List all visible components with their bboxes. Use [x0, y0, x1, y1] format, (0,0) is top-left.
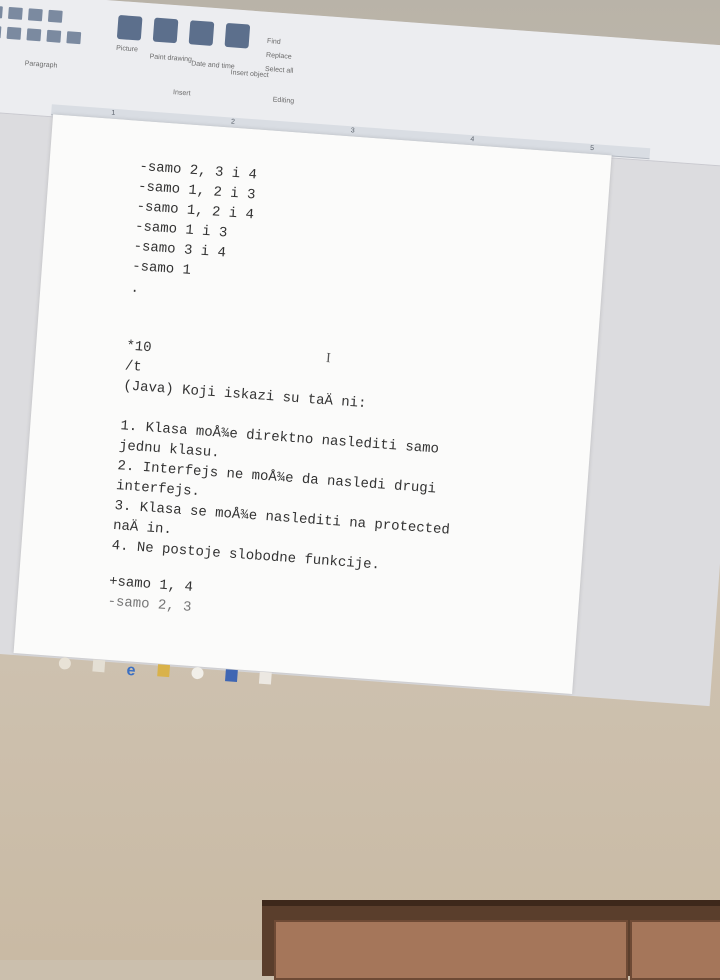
ruler-mark: 5 — [589, 144, 595, 153]
alignment-row — [0, 25, 82, 45]
justify-icon[interactable] — [46, 29, 62, 43]
wooden-cabinet — [262, 900, 720, 980]
select-all-button[interactable]: Select all — [265, 66, 294, 75]
start-icon[interactable] — [58, 656, 72, 670]
statement-line: naÄ in. — [112, 517, 173, 539]
picture-icon[interactable] — [116, 14, 143, 41]
align-left-icon[interactable] — [0, 25, 2, 39]
statement-line: interfejs. — [115, 478, 201, 501]
align-center-icon[interactable] — [6, 26, 22, 40]
cabinet-panel — [274, 920, 628, 980]
app-icon[interactable] — [258, 671, 272, 685]
answer-option: -samo 1 i 3 — [134, 218, 228, 242]
paragraph-dialog-icon[interactable] — [66, 31, 82, 45]
answer-option: -samo 1 — [131, 258, 192, 279]
group-label-paragraph: Paragraph — [24, 60, 58, 70]
wordpad-icon[interactable] — [224, 669, 238, 683]
ruler-mark: 4 — [470, 136, 475, 144]
cabinet-panel — [630, 920, 720, 980]
date-time-icon[interactable] — [188, 20, 215, 46]
answer-correct: +samo 1, 4 — [108, 573, 194, 596]
ruler-mark: 1 — [111, 109, 116, 117]
picture-button[interactable]: Picture — [116, 45, 138, 54]
line-spacing-icon[interactable] — [47, 9, 63, 23]
outdent-icon[interactable] — [7, 6, 23, 20]
insert-buttons-row — [116, 14, 251, 49]
date-time-button[interactable]: Date and time — [191, 60, 235, 70]
statement-line: 4. Ne postoje slobodne funkcije. — [111, 537, 381, 574]
answer-option: -samo 3 i 4 — [133, 238, 227, 262]
group-label-insert: Insert — [172, 89, 191, 98]
list-icon[interactable] — [27, 8, 43, 22]
insert-object-icon[interactable] — [224, 22, 251, 49]
replace-button[interactable]: Replace — [266, 52, 292, 61]
projected-screen: Paragraph Picture Paint drawing Date and… — [0, 0, 720, 707]
edge-browser-icon[interactable]: e — [126, 662, 136, 680]
statement-line: jednu klasu. — [118, 438, 221, 462]
ruler-mark: 3 — [350, 127, 355, 135]
question-number: *10 — [125, 338, 153, 357]
find-button[interactable]: Find — [267, 38, 281, 46]
paint-drawing-icon[interactable] — [152, 17, 179, 44]
align-right-icon[interactable] — [26, 28, 42, 42]
bullet-marker: . — [129, 280, 140, 298]
group-label-editing: Editing — [272, 96, 295, 106]
search-icon[interactable] — [92, 659, 106, 673]
paint-drawing-button[interactable]: Paint drawing — [149, 53, 192, 63]
chrome-icon[interactable] — [191, 666, 204, 680]
ruler-mark: 2 — [230, 118, 236, 126]
file-explorer-icon[interactable] — [157, 664, 170, 678]
answer-partial: -samo 2, 3 — [106, 593, 192, 616]
text-cursor-icon: I — [325, 351, 332, 367]
question-text: (Java) Koji iskazi su taÄ ni: — [122, 378, 367, 413]
document-page[interactable]: -samo 2, 3 i 4 -samo 1, 2 i 3 -samo 1, 2… — [13, 114, 612, 694]
question-type: /t — [124, 358, 143, 376]
paragraph-format-row — [0, 5, 63, 23]
indent-icon[interactable] — [0, 5, 3, 19]
insert-object-button[interactable]: Insert object — [230, 69, 269, 79]
